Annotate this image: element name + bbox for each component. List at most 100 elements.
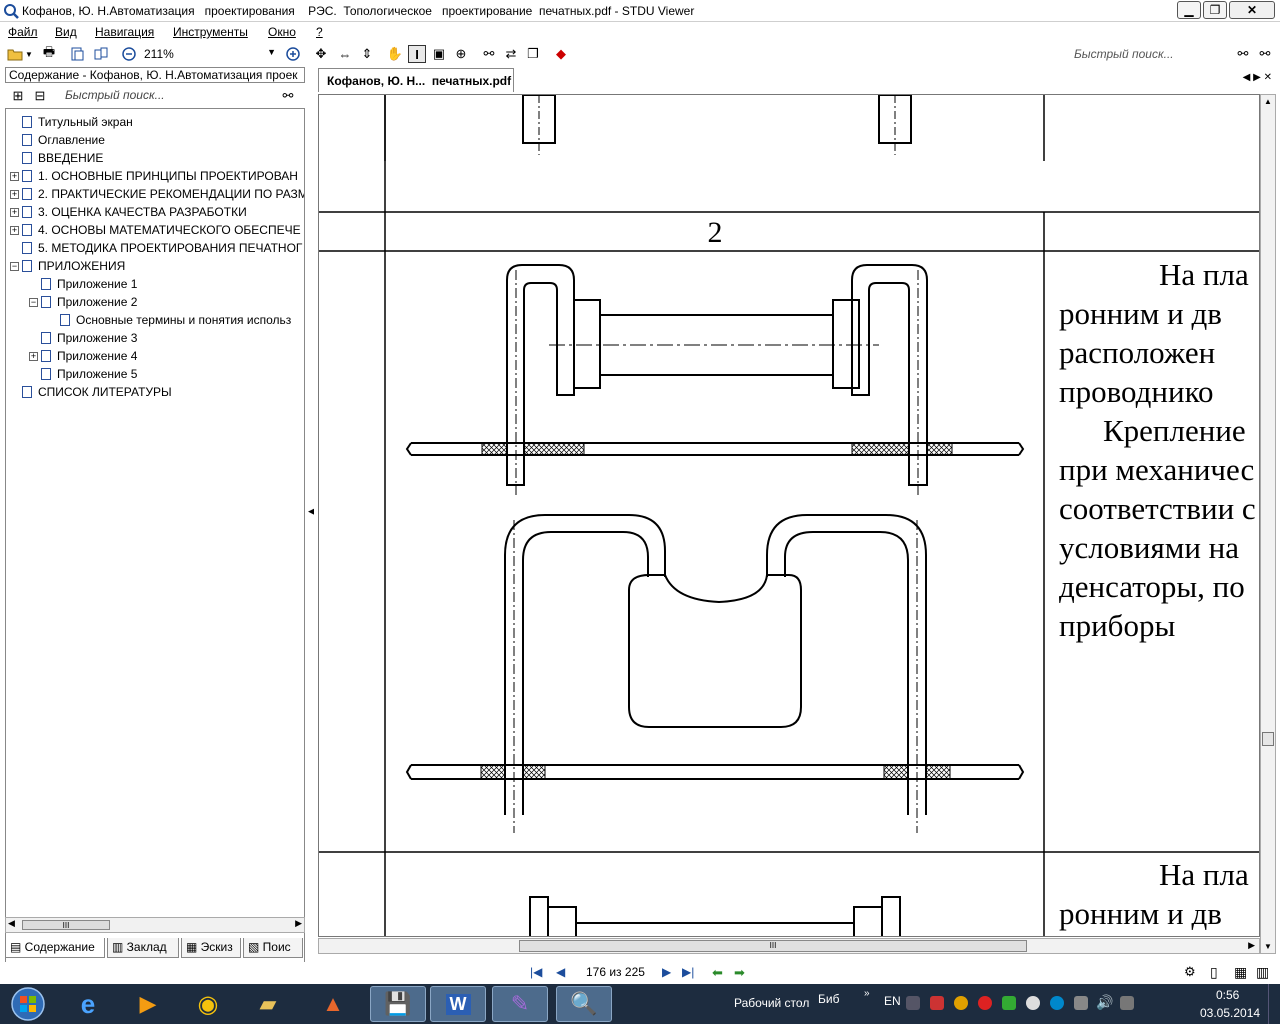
- tree-horizontal-scrollbar[interactable]: ◀ III ▶: [5, 917, 305, 933]
- taskbar-onenote[interactable]: ✎: [492, 986, 548, 1022]
- restore-button[interactable]: ❐: [1203, 1, 1227, 19]
- history-forward-button[interactable]: ➡: [734, 965, 745, 981]
- continuous-view-icon[interactable]: ▦: [1234, 964, 1247, 981]
- tree-item[interactable]: СПИСОК ЛИТЕРАТУРЫ: [10, 383, 172, 401]
- scroll-up-icon[interactable]: ▲: [1264, 97, 1272, 106]
- menu-file[interactable]: Файл: [8, 25, 38, 39]
- last-page-button[interactable]: ▶|: [682, 965, 694, 979]
- tree-expand-icon[interactable]: +: [29, 351, 38, 361]
- opera-icon[interactable]: [978, 996, 992, 1010]
- tree-item[interactable]: +1. ОСНОВНЫЕ ПРИНЦИПЫ ПРОЕКТИРОВАН: [10, 167, 298, 185]
- scroll-down-icon[interactable]: ▼: [1264, 942, 1272, 951]
- zoom-tool-button[interactable]: ⊕: [452, 45, 470, 63]
- language-indicator[interactable]: EN: [884, 994, 901, 1008]
- search-button[interactable]: ⚯: [1234, 45, 1252, 63]
- flag-icon[interactable]: [1074, 996, 1088, 1010]
- tree-expand-icon[interactable]: +: [10, 189, 19, 199]
- bookmark-button[interactable]: ◆: [552, 45, 570, 63]
- taskbar-stdu-viewer[interactable]: 🔍: [556, 986, 612, 1022]
- clock-date[interactable]: 03.05.2014: [1200, 1006, 1260, 1020]
- network-icon[interactable]: [1120, 996, 1134, 1010]
- document-tab[interactable]: Кофанов, Ю. Н... печатных.pdf: [318, 68, 514, 92]
- contents-title[interactable]: Содержание - Кофанов, Ю. Н.Автоматизация…: [5, 67, 305, 83]
- start-button[interactable]: [8, 986, 48, 1022]
- show-desktop-button[interactable]: [1268, 984, 1280, 1024]
- first-page-button[interactable]: |◀: [530, 965, 542, 979]
- grid-icon[interactable]: [1002, 996, 1016, 1010]
- tree-item[interactable]: Приложение 1: [29, 275, 137, 293]
- facing-view-icon[interactable]: ▥: [1256, 964, 1269, 981]
- hand-tool-button[interactable]: ✋: [386, 45, 404, 63]
- prev-tab-icon[interactable]: ◀: [1243, 72, 1251, 83]
- tree-item[interactable]: Приложение 5: [29, 365, 137, 383]
- tab-thumbnails[interactable]: ▦ Эскиз: [181, 938, 241, 958]
- prev-page-button[interactable]: ◀: [556, 965, 565, 979]
- single-page-button[interactable]: [68, 45, 86, 63]
- taskbar-explorer[interactable]: ▰: [240, 986, 296, 1022]
- circle-tray-icon[interactable]: [1026, 996, 1040, 1010]
- tree-item[interactable]: ВВЕДЕНИЕ: [10, 149, 103, 167]
- quick-search-input[interactable]: Быстрый поиск...: [1070, 45, 1226, 63]
- network-alert-icon[interactable]: [930, 996, 944, 1010]
- fit-page-button[interactable]: ✥: [312, 45, 330, 63]
- next-tab-icon[interactable]: ▶: [1253, 72, 1261, 83]
- taskbar-matlab[interactable]: ▲: [305, 986, 361, 1022]
- tree-item[interactable]: Основные термины и понятия использ: [48, 311, 291, 329]
- find-button[interactable]: ⚯: [480, 45, 498, 63]
- taskbar-media[interactable]: ▶: [120, 986, 176, 1022]
- taskbar-word[interactable]: W: [430, 986, 486, 1022]
- tree-item[interactable]: 5. МЕТОДИКА ПРОЕКТИРОВАНИЯ ПЕЧАТНОГ: [10, 239, 302, 257]
- sync-icon[interactable]: [1050, 996, 1064, 1010]
- taskbar-ie[interactable]: e: [60, 986, 116, 1022]
- tab-contents[interactable]: ▤ Содержание: [5, 938, 105, 958]
- open-folder-button[interactable]: [6, 45, 24, 63]
- open-dropdown-button[interactable]: ▼: [24, 45, 34, 63]
- horizontal-scroll-thumb[interactable]: III: [519, 940, 1027, 952]
- close-button[interactable]: ✕: [1229, 1, 1275, 19]
- page-indicator[interactable]: 176 из 225: [586, 965, 645, 979]
- snapshot-button[interactable]: ▣: [430, 45, 448, 63]
- collapse-all-button[interactable]: ⊟: [31, 87, 49, 105]
- tree-item[interactable]: +2. ПРАКТИЧЕСКИЕ РЕКОМЕНДАЦИИ ПО РАЗМ: [10, 185, 304, 203]
- copy-button[interactable]: ❐: [524, 45, 542, 63]
- next-page-button[interactable]: ▶: [662, 965, 671, 979]
- tree-collapse-icon[interactable]: −: [29, 297, 38, 307]
- taskbar-chrome[interactable]: ◉: [180, 986, 236, 1022]
- zoom-select[interactable]: 211% ▼: [140, 45, 280, 63]
- tree-item[interactable]: − ПРИЛОЖЕНИЯ: [10, 257, 125, 275]
- horizontal-scrollbar[interactable]: III ▶: [318, 938, 1260, 954]
- menu-window[interactable]: Окно: [268, 25, 296, 39]
- tree-item[interactable]: − Приложение 2: [29, 293, 137, 311]
- scroll-right-icon[interactable]: ▶: [295, 918, 302, 929]
- tree-item[interactable]: +3. ОЦЕНКА КАЧЕСТВА РАЗРАБОТКИ: [10, 203, 247, 221]
- expand-all-button[interactable]: ⊞: [9, 87, 27, 105]
- volume-icon[interactable]: 🔊: [1096, 994, 1113, 1011]
- fit-width-button[interactable]: ⇔: [336, 45, 354, 63]
- menu-tools[interactable]: Инструменты: [173, 25, 248, 39]
- scroll-left-icon[interactable]: ◀: [8, 918, 15, 929]
- menu-view[interactable]: Вид: [55, 25, 77, 39]
- clock-time[interactable]: 0:56: [1216, 988, 1239, 1002]
- print-button[interactable]: 🖶: [40, 44, 58, 63]
- settings-icon[interactable]: ⚙: [1184, 964, 1196, 980]
- close-tab-icon[interactable]: ✕: [1264, 72, 1272, 83]
- desktop-toolbar-label[interactable]: Рабочий стол: [734, 996, 809, 1010]
- contents-search-input[interactable]: Быстрый поиск...: [65, 88, 165, 102]
- tree-item[interactable]: + Приложение 4: [29, 347, 137, 365]
- two-page-button[interactable]: [92, 45, 110, 63]
- pdf-page[interactable]: 2 На пла ронним и дв расположен проводни…: [318, 94, 1260, 937]
- text-select-button[interactable]: I: [408, 45, 426, 63]
- menu-help[interactable]: ?: [316, 25, 323, 39]
- tree-item[interactable]: Титульный экран: [10, 113, 133, 131]
- tree-expand-icon[interactable]: +: [10, 171, 19, 181]
- zoom-in-button[interactable]: [284, 45, 302, 63]
- vertical-scrollbar[interactable]: ▲ ▼: [1260, 94, 1276, 954]
- tree-expand-icon[interactable]: +: [10, 207, 19, 217]
- taskbar-save-app[interactable]: 💾: [370, 986, 426, 1022]
- tab-search[interactable]: ▧ Поис: [243, 938, 303, 958]
- expand-toolbars-icon[interactable]: »: [864, 988, 870, 999]
- tree-expand-icon[interactable]: +: [10, 225, 19, 235]
- minimize-button[interactable]: ▁: [1177, 1, 1201, 19]
- menu-navigation[interactable]: Навигация: [95, 25, 154, 39]
- scroll-right-icon[interactable]: ▶: [1248, 940, 1255, 951]
